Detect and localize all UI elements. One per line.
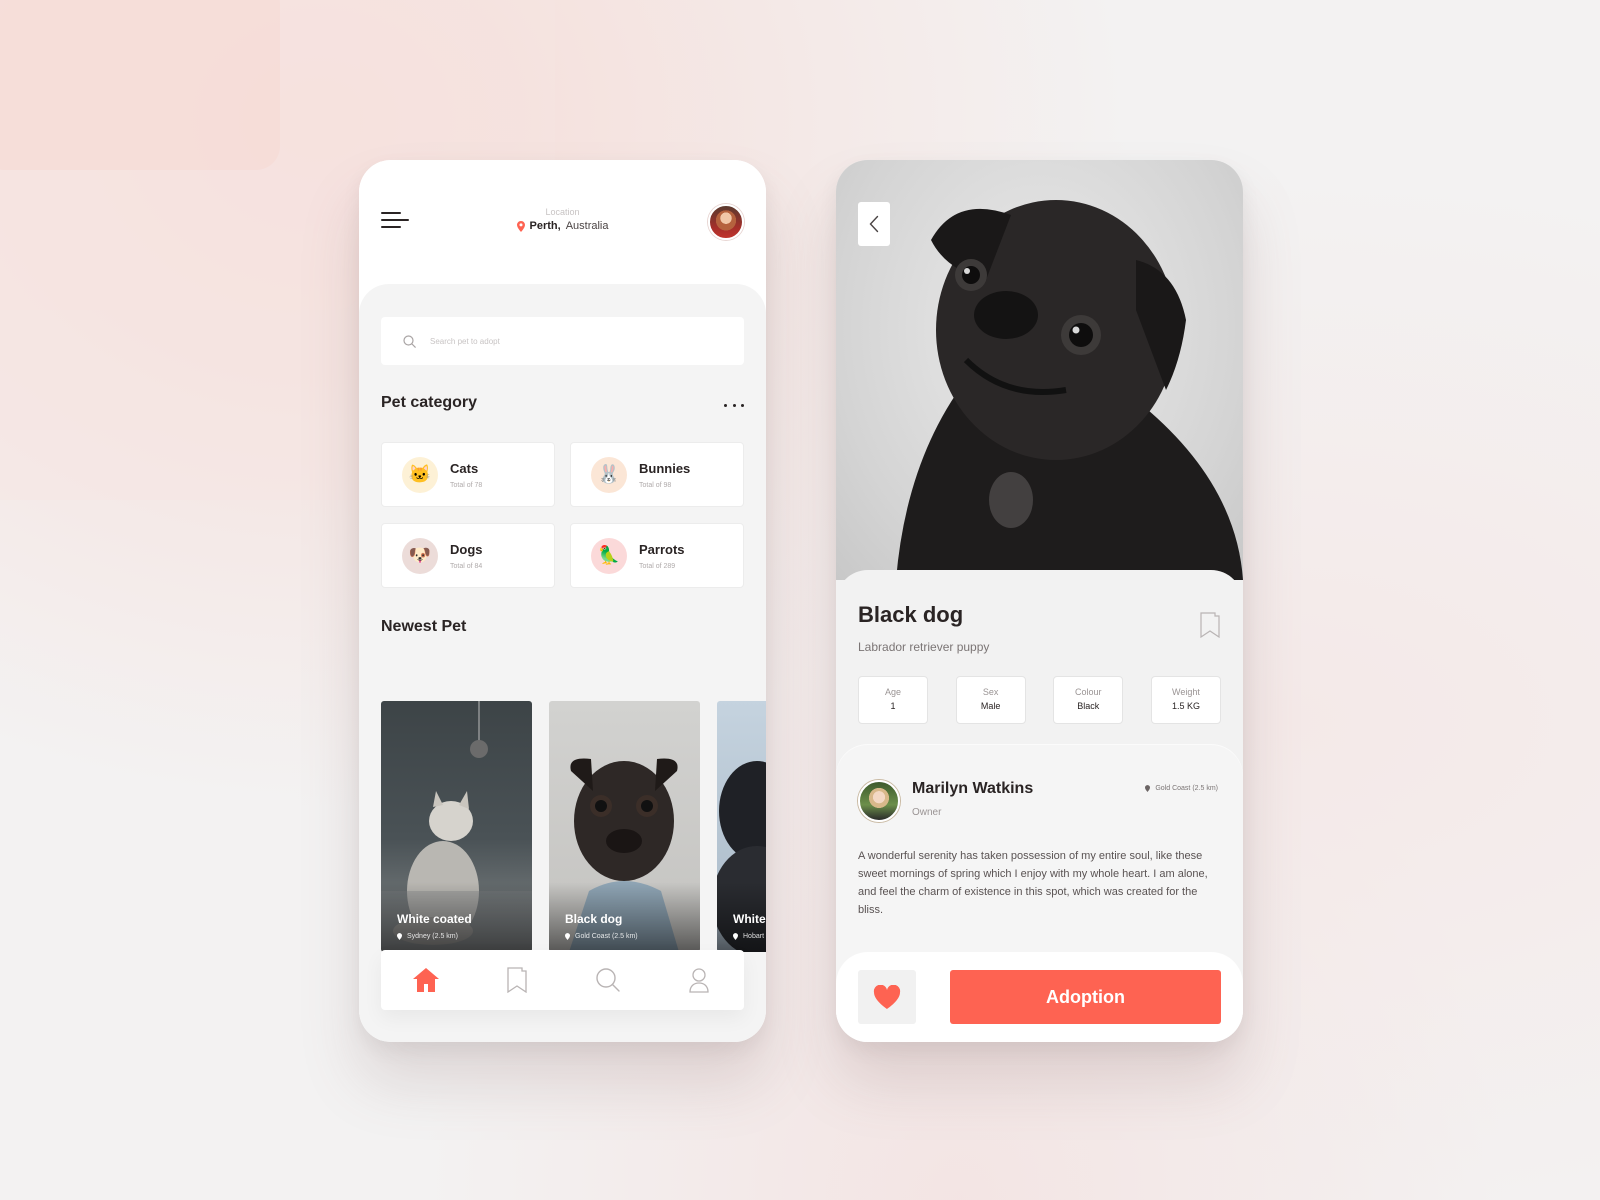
owner-role: Owner (912, 807, 942, 818)
attribute-value: 1 (890, 701, 896, 711)
owner-name: Marilyn Watkins (912, 780, 1034, 797)
tab-saved[interactable] (497, 960, 537, 1000)
bunny-icon: 🐰 (591, 456, 627, 493)
pet-hero-image (836, 160, 1243, 580)
category-grid: 🐱 Cats Total of 78 🐰 Bunnies Total of 98… (381, 442, 744, 588)
attribute-sex: Sex Male (955, 676, 1026, 724)
like-button[interactable] (858, 970, 916, 1024)
pet-title: Black dog (858, 602, 964, 627)
location-pin-icon (397, 933, 402, 940)
location-city: Perth, (529, 220, 561, 232)
attribute-label: Colour (1075, 687, 1102, 697)
attribute-value: Male (980, 701, 1001, 711)
owner-location: Gold Coast (2.5 km) (1145, 785, 1218, 792)
pet-location: Hobart (733, 933, 764, 940)
more-horizontal-icon[interactable] (724, 400, 744, 410)
category-name: Bunnies (639, 460, 691, 476)
category-name: Cats (450, 460, 479, 476)
user-icon (688, 968, 709, 993)
tab-search[interactable] (588, 960, 628, 1000)
pet-name: White (733, 912, 766, 926)
attribute-label: Sex (982, 687, 999, 697)
pet-location-text: Sydney (2.5 km) (407, 933, 458, 940)
home-screen: Location Perth, Australia Pet category 🐱… (359, 160, 766, 1042)
category-name: Dogs (450, 541, 483, 557)
home-icon (413, 968, 440, 992)
location-pin-icon (1145, 785, 1151, 792)
newest-pet-title: Newest Pet (381, 618, 467, 635)
attribute-value: Black (1077, 701, 1100, 711)
attribute-label: Age (884, 687, 901, 697)
location-pin-icon (516, 220, 525, 232)
pet-card[interactable]: White coated Sydney (2.5 km) (381, 701, 532, 952)
location-label: Location (545, 207, 580, 217)
home-content: Pet category 🐱 Cats Total of 78 🐰 Bunnie… (359, 284, 766, 1042)
adoption-button[interactable]: Adoption (950, 970, 1221, 1024)
pet-location-text: Gold Coast (2.5 km) (575, 933, 638, 940)
search-box[interactable] (381, 317, 744, 365)
pet-card[interactable]: Black dog Gold Coast (2.5 km) (549, 701, 700, 952)
category-total: Total of 289 (639, 562, 676, 570)
owner-avatar[interactable] (858, 780, 900, 822)
pug-photo (896, 200, 1243, 580)
pet-location: Sydney (2.5 km) (397, 933, 458, 940)
location-country: Australia (565, 220, 609, 232)
owner-bio: A wonderful serenity has taken possessio… (858, 850, 1208, 916)
back-button[interactable] (858, 202, 890, 246)
attribute-value: 1.5 KG (1171, 701, 1200, 711)
location-pin-icon (565, 933, 570, 940)
action-bar: Adoption (836, 952, 1243, 1042)
pet-name: Black dog (565, 912, 623, 926)
search-icon (403, 334, 416, 348)
chevron-left-icon (869, 215, 879, 233)
search-icon (596, 968, 620, 992)
pet-card[interactable]: White Hobart (717, 701, 766, 952)
bookmark-icon[interactable] (1199, 612, 1221, 638)
parrot-icon: 🦜 (591, 537, 627, 574)
category-total: Total of 78 (450, 481, 483, 489)
pet-category-title: Pet category (381, 394, 478, 411)
category-card-dogs[interactable]: 🐶 Dogs Total of 84 (381, 523, 555, 588)
pet-attributes: Age 1 Sex Male Colour Black Weight 1.5 K… (858, 676, 1221, 724)
category-card-parrots[interactable]: 🦜 Parrots Total of 289 (570, 523, 744, 588)
attribute-colour: Colour Black (1053, 676, 1124, 724)
attribute-label: Weight (1172, 687, 1200, 697)
attribute-weight: Weight 1.5 KG (1150, 676, 1221, 724)
category-total: Total of 98 (639, 481, 672, 489)
pet-breed: Labrador retriever puppy (858, 640, 990, 654)
cat-icon: 🐱 (402, 456, 438, 493)
bookmark-icon (507, 967, 527, 993)
pet-location-text: Hobart (743, 933, 765, 940)
category-card-bunnies[interactable]: 🐰 Bunnies Total of 98 (570, 442, 744, 507)
category-card-cats[interactable]: 🐱 Cats Total of 78 (381, 442, 555, 507)
background-shape (0, 0, 280, 170)
location-value: Perth, Australia (516, 220, 609, 232)
bottom-tab-bar (381, 950, 744, 1010)
owner-location-text: Gold Coast (2.5 km) (1155, 785, 1218, 792)
heart-icon (873, 984, 901, 1009)
attribute-age: Age 1 (858, 676, 928, 724)
location-selector[interactable]: Location Perth, Australia (359, 207, 766, 237)
newest-pet-carousel[interactable]: White coated Sydney (2.5 km) Black dog G… (381, 701, 766, 953)
location-pin-icon (733, 933, 738, 940)
user-avatar[interactable] (708, 204, 744, 240)
pet-name: White coated (397, 912, 472, 926)
pet-location: Gold Coast (2.5 km) (565, 933, 638, 940)
header: Location Perth, Australia (359, 160, 766, 290)
category-name: Parrots (639, 541, 685, 557)
pet-detail-screen: Black dog Labrador retriever puppy Age 1… (836, 160, 1243, 1042)
tab-profile[interactable] (679, 960, 719, 1000)
tab-home[interactable] (406, 960, 446, 1000)
dog-icon: 🐶 (402, 537, 438, 574)
category-total: Total of 84 (450, 562, 483, 570)
search-input[interactable] (430, 336, 710, 346)
